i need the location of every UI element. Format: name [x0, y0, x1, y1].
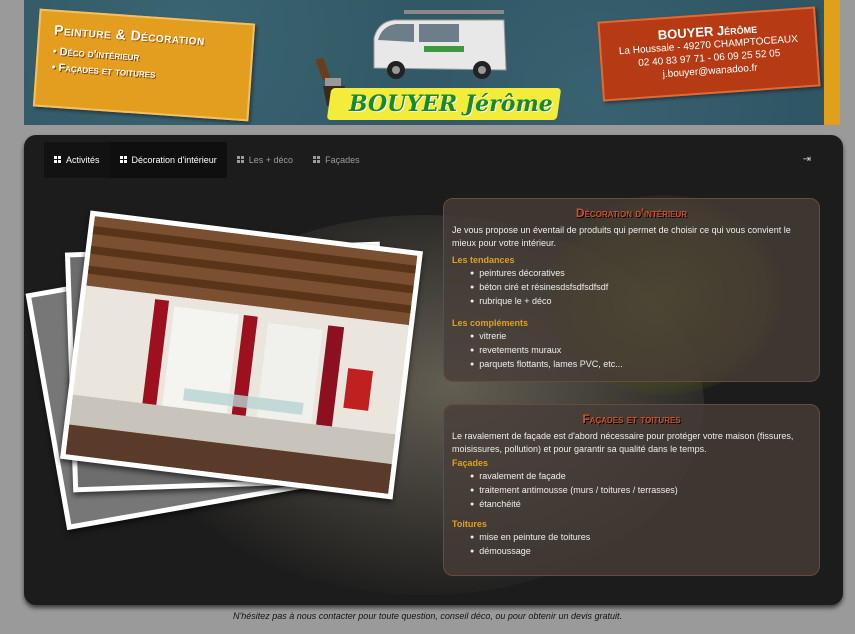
- facades-list: ravalement de façade traitement antimous…: [452, 470, 811, 512]
- complements-list: vitrerie revetements muraux parquets flo…: [452, 330, 811, 372]
- main-nav: Activités Décoration d'intérieur Les + d…: [44, 142, 824, 178]
- services-card: Peinture & Décoration • Déco d'intérieur…: [32, 8, 256, 122]
- nav-item-les-plus-deco[interactable]: Les + déco: [227, 142, 303, 178]
- decoration-intro: Je vous propose un éventail de produits …: [452, 225, 791, 248]
- list-item: démoussage: [470, 545, 811, 559]
- list-item: béton ciré et résinesdsfsdfsdfsdf: [470, 281, 811, 295]
- toitures-list: mise en peinture de toitures démoussage: [452, 531, 811, 559]
- main-panel: Activités Décoration d'intérieur Les + d…: [24, 135, 843, 605]
- grid-icon: [54, 156, 62, 164]
- grid-icon: [119, 156, 128, 164]
- sign-in-icon[interactable]: ⇥: [803, 154, 811, 165]
- list-item: mise en peinture de toitures: [470, 531, 811, 545]
- grid-icon: [236, 156, 245, 164]
- logo-text: BOUYER Jérôme: [349, 91, 553, 117]
- contact-card: BOUYER Jérôme La Houssaie - 49270 CHAMPT…: [597, 6, 821, 102]
- list-item: traitement antimousse (murs / toitures /…: [470, 484, 811, 498]
- decoration-box: Décoration d'intérieur Je vous propose u…: [443, 198, 820, 382]
- nav-item-decoration[interactable]: Décoration d'intérieur: [109, 142, 227, 178]
- interior-photo: [65, 216, 418, 494]
- grid-icon: [313, 156, 321, 164]
- list-item: vitrerie: [470, 330, 811, 344]
- tendances-list: peintures décoratives béton ciré et rési…: [452, 267, 811, 309]
- list-item: ravalement de façade: [470, 470, 811, 484]
- facades-box: Façades et toitures Le ravalement de faç…: [443, 404, 820, 576]
- header-banner: Peinture & Décoration • Déco d'intérieur…: [24, 0, 840, 125]
- van-icon: [373, 10, 507, 79]
- facades-intro: Le ravalement de façade est d'abord néce…: [452, 431, 794, 454]
- list-item: parquets flottants, lames PVC, etc...: [470, 358, 811, 372]
- list-item: peintures décoratives: [470, 267, 811, 281]
- list-item: rubrique le + déco: [470, 295, 811, 309]
- services-title: Peinture & Décoration: [53, 21, 206, 49]
- section-title: Les tendances: [452, 255, 515, 265]
- list-item: étanchéité: [470, 498, 811, 512]
- footer-note: N'hésitez pas à nous contacter pour tout…: [233, 611, 622, 621]
- logo[interactable]: BOUYER Jérôme: [309, 0, 562, 125]
- facades-title: Façades et toitures: [582, 412, 681, 426]
- photo-front[interactable]: [60, 210, 423, 500]
- section-title: Façades: [452, 458, 489, 468]
- decoration-title: Décoration d'intérieur: [575, 206, 688, 220]
- list-item: revetements muraux: [470, 344, 811, 358]
- nav-item-facades[interactable]: Façades: [303, 142, 370, 178]
- nav-item-activites[interactable]: Activités: [44, 142, 110, 178]
- section-title: Les compléments: [452, 318, 529, 328]
- section-title: Toitures: [452, 519, 487, 529]
